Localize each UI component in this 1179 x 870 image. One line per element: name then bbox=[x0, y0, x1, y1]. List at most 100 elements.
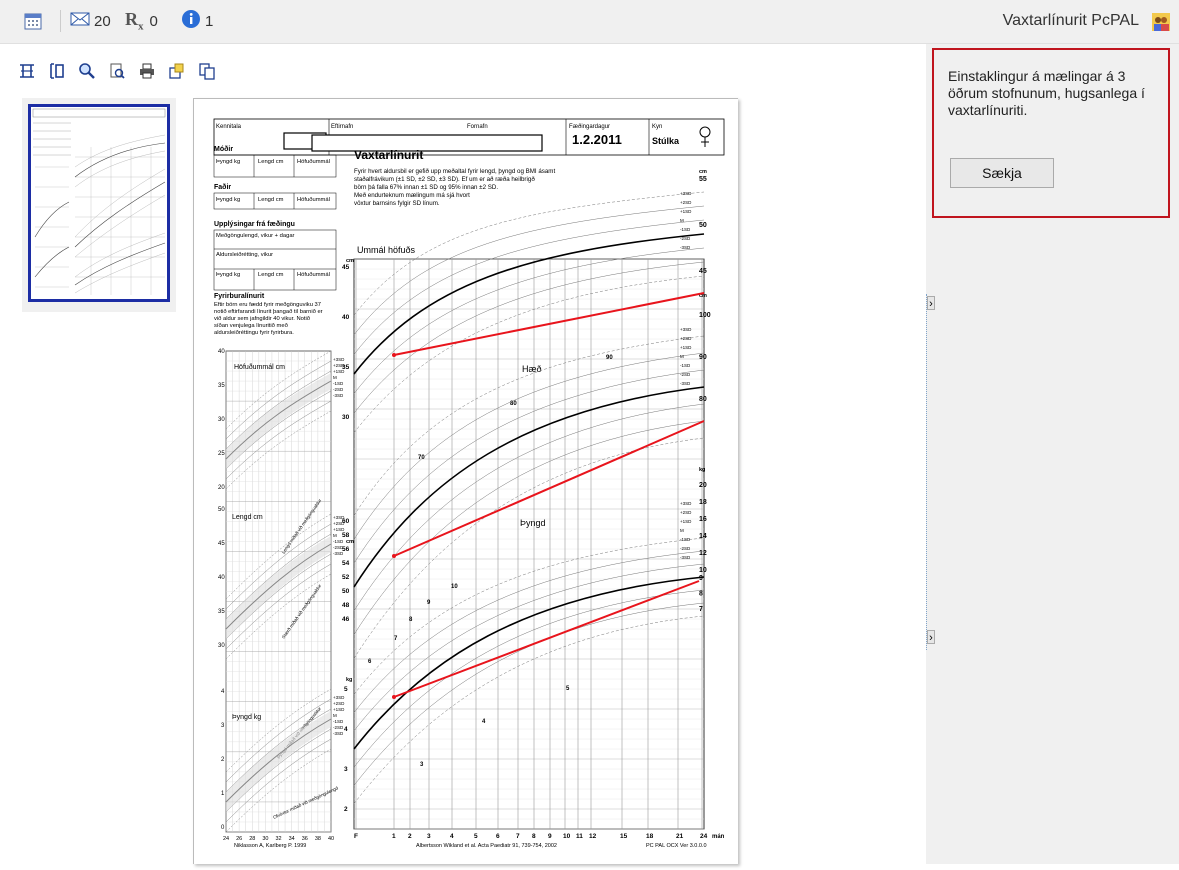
prem-sd-label: -1SD bbox=[333, 539, 344, 544]
main-x-unit: mán bbox=[712, 834, 725, 840]
prem-sd-label: -1SD bbox=[333, 719, 344, 724]
prem-sd-label: M bbox=[333, 375, 337, 380]
rx-icon: Rx bbox=[125, 9, 144, 33]
unit-label: kg bbox=[346, 677, 352, 683]
svg-text:notið eftirfarandi línurit þan: notið eftirfarandi línurit þangað til ba… bbox=[214, 308, 323, 315]
prem-x-tick: 24 bbox=[223, 836, 229, 842]
prem-sd-label: -1SD bbox=[333, 381, 344, 386]
birthdate-value: 1.2.2011 bbox=[572, 132, 622, 147]
head-y-tick: 30 bbox=[342, 414, 350, 421]
unit-label: cm bbox=[699, 169, 707, 175]
svg-text:Höfuðummál: Höfuðummál bbox=[297, 158, 330, 165]
sd-label: +2SD bbox=[680, 200, 692, 205]
info-button[interactable]: 1 bbox=[181, 10, 214, 31]
svg-text:Lengd cm: Lengd cm bbox=[258, 272, 284, 278]
fit-height-icon[interactable] bbox=[46, 60, 68, 82]
prem-y-tick: 20 bbox=[218, 485, 225, 491]
module-title: Vaxtarlínurit PcPAL bbox=[1002, 12, 1139, 29]
prem-sd-label: -2SD bbox=[333, 387, 344, 392]
premature-chart: 24 26 28 30 32 34 36 38 404035302520504540353043… bbox=[218, 349, 345, 849]
fornafn-label: Fornafn bbox=[467, 124, 488, 130]
collapse-arrow-bottom[interactable]: › bbox=[927, 630, 935, 644]
svg-text:Upplýsingar frá fæðingu: Upplýsingar frá fæðingu bbox=[214, 220, 295, 228]
info-count: 1 bbox=[205, 12, 214, 30]
measurement-point bbox=[392, 554, 396, 558]
prescription-button[interactable]: Rx 0 bbox=[125, 9, 158, 33]
weight-inner-tick: 4 bbox=[482, 719, 486, 725]
prem-length-label: Lengd cm bbox=[232, 514, 263, 521]
height-right-tick: 100 bbox=[699, 312, 711, 319]
toolbar-separator bbox=[60, 10, 61, 32]
mail-button[interactable]: 20 bbox=[70, 11, 111, 31]
weight-y-tick: 2 bbox=[344, 806, 348, 813]
main-x-tick: 5 bbox=[474, 833, 478, 840]
svg-text:Faðir: Faðir bbox=[214, 183, 231, 191]
collapse-arrow-top[interactable]: › bbox=[927, 296, 935, 310]
main-frame bbox=[353, 258, 705, 830]
sd-label: -3SD bbox=[680, 381, 691, 386]
copy-icon[interactable] bbox=[196, 60, 218, 82]
main-x-tick: 24 bbox=[700, 833, 708, 840]
height-sd-curve bbox=[353, 386, 705, 588]
svg-text:Meðgöngulengd, vikur + dagar: Meðgöngulengd, vikur + dagar bbox=[216, 232, 295, 239]
height-y-tick: 50 bbox=[342, 588, 350, 595]
svg-text:við aldur sem jafngildir 40 vi: við aldur sem jafngildir 40 vikur. Notið bbox=[214, 315, 311, 322]
page-thumbnail[interactable] bbox=[22, 98, 176, 312]
weight-y-tick: 3 bbox=[344, 766, 348, 773]
prem-sd-label: -3SD bbox=[333, 731, 344, 736]
prem-y-tick: 4 bbox=[221, 689, 225, 695]
height-y-tick: 54 bbox=[342, 560, 350, 567]
prem-credit: Niklasson A, Karlberg P. 1999 bbox=[234, 843, 306, 849]
notice-message: Einstaklingur á mælingar á 3 öðrum stofn… bbox=[948, 68, 1145, 118]
calendar-icon[interactable] bbox=[24, 11, 42, 31]
height-y-tick: 46 bbox=[342, 616, 350, 623]
main-x-tick: 11 bbox=[576, 833, 583, 840]
prem-sd-label: +2SD bbox=[333, 701, 345, 706]
height-right-tick: 80 bbox=[699, 396, 707, 403]
prem-y-tick: 1 bbox=[221, 791, 225, 797]
sex-value: Stúlka bbox=[652, 136, 680, 146]
kennitala-label: Kennitala bbox=[216, 124, 242, 130]
prem-y-tick: 2 bbox=[221, 757, 225, 763]
print-preview-icon[interactable] bbox=[106, 60, 128, 82]
measurement-point bbox=[392, 695, 396, 699]
svg-text:Fyrir hvert aldursbil er gefið: Fyrir hvert aldursbil er gefið upp meðal… bbox=[354, 168, 555, 175]
head-label: Ummál höfuðs bbox=[357, 245, 416, 255]
svg-text:Höfuðummál: Höfuðummál bbox=[297, 271, 330, 278]
prem-sd-label: -3SD bbox=[333, 393, 344, 398]
fetch-button[interactable]: Sækja bbox=[950, 158, 1054, 188]
weight-right-tick: 8 bbox=[699, 591, 703, 598]
panel-splitter[interactable] bbox=[926, 294, 936, 650]
female-icon bbox=[699, 126, 711, 147]
mail-icon bbox=[70, 11, 90, 31]
prem-y-tick: 35 bbox=[218, 383, 225, 389]
height-y-tick: 56 bbox=[342, 546, 350, 553]
sd-label: -1SD bbox=[680, 537, 691, 542]
weight-inner-tick: 6 bbox=[368, 659, 372, 665]
print-icon[interactable] bbox=[136, 60, 158, 82]
head-y-tick: 45 bbox=[342, 264, 350, 271]
height-y-tick: 48 bbox=[342, 602, 350, 609]
prem-x-tick: 36 bbox=[302, 836, 308, 842]
prem-weight-label: Þyngd kg bbox=[232, 714, 261, 721]
prem-y-tick: 30 bbox=[218, 417, 225, 423]
mail-count: 20 bbox=[94, 12, 111, 30]
main-x-tick: 1 bbox=[392, 833, 396, 840]
height-sd-curve bbox=[353, 403, 705, 611]
top-bar: 20 Rx 0 1 Vaxtarlínurit PcPAL bbox=[0, 0, 1179, 44]
main-growth-chart: F 1 2 3 4 5 6 7 8 9 10 11 12 15 18 21 24 mánAlbertsson Wi… bbox=[342, 169, 725, 849]
prem-sd-label: +1SD bbox=[333, 707, 345, 712]
export-icon[interactable] bbox=[166, 60, 188, 82]
parent-info: Móðir Þyngd kg Lengd cm Höfuðummál Faðir Þ… bbox=[213, 145, 337, 336]
height-inner-tick: 70 bbox=[418, 455, 425, 461]
main-x-tick: 4 bbox=[450, 833, 454, 840]
main-x-tick: 3 bbox=[427, 833, 431, 840]
sd-label: +3SD bbox=[680, 501, 692, 506]
prem-y-tick: 35 bbox=[218, 609, 225, 615]
fit-width-icon[interactable] bbox=[16, 60, 38, 82]
svg-text:Þyngd kg: Þyngd kg bbox=[216, 272, 240, 278]
zoom-icon[interactable] bbox=[76, 60, 98, 82]
user-icon[interactable] bbox=[1151, 12, 1171, 32]
weight-label: Þyngd bbox=[520, 518, 546, 528]
measurement-point bbox=[392, 353, 396, 357]
